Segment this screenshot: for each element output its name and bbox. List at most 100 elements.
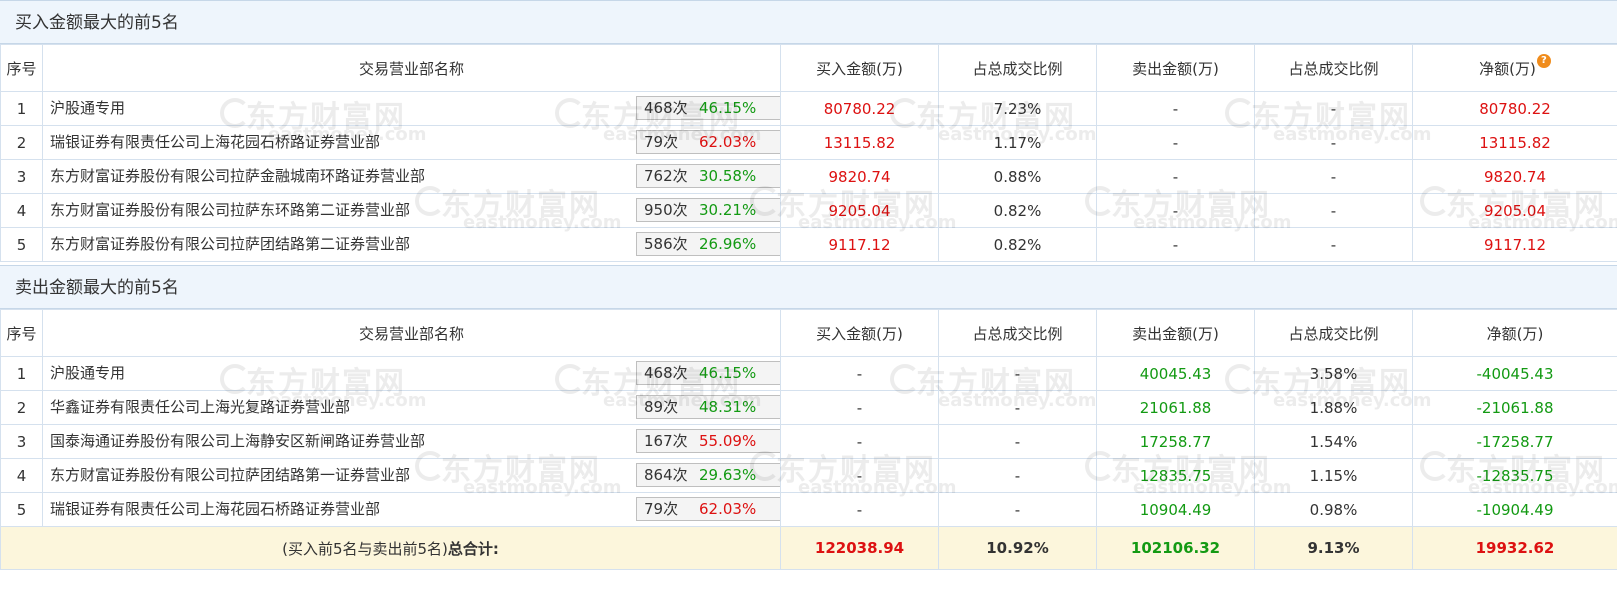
broker-stat-box[interactable]: 468次 46.15%?: [636, 361, 781, 385]
sell-pct: -: [1254, 125, 1413, 160]
broker-stat-box[interactable]: 79次 62.03%: [636, 130, 780, 154]
broker-stat-box[interactable]: 950次 30.21%: [636, 198, 780, 222]
buy-pct: -: [938, 458, 1097, 493]
broker-cell: 瑞银证券有限责任公司上海花园石桥路证券营业部 79次 62.03%: [42, 125, 781, 160]
net-amount: -12835.75: [1412, 458, 1617, 493]
help-icon[interactable]: ?: [780, 101, 781, 116]
help-icon[interactable]: ?: [780, 366, 781, 381]
rise-rate: 62.03%: [699, 133, 757, 151]
rise-rate: 26.96%: [699, 235, 757, 253]
buy-amount: -: [780, 492, 939, 527]
buy-pct: -: [938, 356, 1097, 391]
sell-amount: 10904.49: [1096, 492, 1255, 527]
broker-cell: 华鑫证券有限责任公司上海光复路证券营业部 89次 48.31%: [42, 390, 781, 425]
buy-amount: 9205.04: [780, 193, 939, 228]
col-index: 序号: [0, 309, 43, 357]
row-index: 4: [0, 458, 43, 493]
table-row: 5 瑞银证券有限责任公司上海花园石桥路证券营业部 79次 62.03% - -10904.…: [0, 492, 1617, 527]
table-row: 3 国泰海通证券股份有限公司上海静安区新闸路证券营业部 167次 55.09% - -17…: [0, 424, 1617, 459]
net-amount: 9205.04: [1412, 193, 1617, 228]
sell-header-row: 序号 交易营业部名称 买入金额(万) 占总成交比例 卖出金额(万) 占总成交比例…: [0, 309, 1617, 357]
buy-amount: 13115.82: [780, 125, 939, 160]
broker-cell: 国泰海通证券股份有限公司上海静安区新闸路证券营业部 167次 55.09%: [42, 424, 781, 459]
sell-pct: -: [1254, 193, 1413, 228]
broker-name-link[interactable]: 东方财富证券股份有限公司拉萨团结路第二证券营业部: [50, 229, 410, 261]
table-row: 2 华鑫证券有限责任公司上海光复路证券营业部 89次 48.31% - -21061.88…: [0, 390, 1617, 425]
row-index: 2: [0, 390, 43, 425]
table-row: 4 东方财富证券股份有限公司拉萨东环路第二证券营业部 950次 30.21% 9205.…: [0, 193, 1617, 228]
col-sell-amount: 卖出金额(万): [1096, 44, 1255, 92]
total-row: (买入前5名与卖出前5名)总合计: 122038.94 10.92% 10210…: [0, 526, 1617, 570]
broker-name-link[interactable]: 东方财富证券股份有限公司拉萨金融城南环路证券营业部: [50, 161, 425, 193]
table-row: 2 瑞银证券有限责任公司上海花园石桥路证券营业部 79次 62.03% 13115.82…: [0, 125, 1617, 160]
col-buy-amount: 买入金额(万): [780, 44, 939, 92]
buy-amount: 9117.12: [780, 227, 939, 262]
rise-rate: 46.15%: [699, 99, 757, 117]
net-amount: 13115.82: [1412, 125, 1617, 160]
sell-amount: -: [1096, 159, 1255, 194]
broker-name-link[interactable]: 瑞银证券有限责任公司上海花园石桥路证券营业部: [50, 127, 380, 159]
broker-cell: 东方财富证券股份有限公司拉萨金融城南环路证券营业部 762次 30.58%: [42, 159, 781, 194]
net-amount: -17258.77: [1412, 424, 1617, 459]
sell-amount: 40045.43: [1096, 356, 1255, 391]
broker-name-link[interactable]: 东方财富证券股份有限公司拉萨团结路第一证券营业部: [50, 460, 410, 492]
row-index: 1: [0, 91, 43, 126]
broker-cell: 沪股通专用 468次 46.15%?: [42, 356, 781, 391]
rise-rate: 62.03%: [699, 500, 757, 518]
row-index: 3: [0, 424, 43, 459]
table-row: 3 东方财富证券股份有限公司拉萨金融城南环路证券营业部 762次 30.58% 9820…: [0, 159, 1617, 194]
broker-name-link[interactable]: 东方财富证券股份有限公司拉萨东环路第二证券营业部: [50, 195, 410, 227]
total-label: (买入前5名与卖出前5名)总合计:: [0, 526, 781, 570]
buy-amount: 80780.22: [780, 91, 939, 126]
total-net-amount: 19932.62: [1412, 526, 1617, 570]
table-row: 1沪股通专用468次46.15%?80780.227.23%--80780.22: [0, 91, 1617, 126]
broker-stat-box[interactable]: 79次 62.03%: [636, 497, 780, 521]
buy-amount: -: [780, 356, 939, 391]
broker-cell: 东方财富证券股份有限公司拉萨团结路第一证券营业部 864次 29.63%: [42, 458, 781, 493]
list-times: 89次: [644, 398, 679, 416]
sell-amount: -: [1096, 125, 1255, 160]
list-times: 468次: [644, 99, 688, 117]
sell-amount: 21061.88: [1096, 390, 1255, 425]
buy-amount: -: [780, 458, 939, 493]
sell-table: 序号 交易营业部名称 买入金额(万) 占总成交比例 卖出金额(万) 占总成交比例…: [0, 309, 1617, 570]
table-row: 1沪股通专用468次46.15%?--40045.433.58%-40045.4…: [0, 356, 1617, 391]
net-amount: -21061.88: [1412, 390, 1617, 425]
net-amount: 80780.22: [1412, 91, 1617, 126]
broker-stat-box[interactable]: 864次 29.63%: [636, 463, 780, 487]
broker-stat-box[interactable]: 167次 55.09%: [636, 429, 780, 453]
col-sell-amount: 卖出金额(万): [1096, 309, 1255, 357]
table-row: 4 东方财富证券股份有限公司拉萨团结路第一证券营业部 864次 29.63% - -128…: [0, 458, 1617, 493]
sell-section: 卖出金额最大的前5名 序号 交易营业部名称 买入金额(万) 占总成交比例 卖出金…: [0, 265, 1617, 570]
buy-table: 序号 交易营业部名称 买入金额(万) 占总成交比例 卖出金额(万) 占总成交比例…: [0, 44, 1617, 262]
total-sell-pct: 9.13%: [1254, 526, 1413, 570]
sell-pct: 1.54%: [1254, 424, 1413, 459]
list-times: 950次: [644, 201, 688, 219]
row-index: 2: [0, 125, 43, 160]
broker-name-link[interactable]: 华鑫证券有限责任公司上海光复路证券营业部: [50, 392, 350, 424]
list-times: 586次: [644, 235, 688, 253]
row-index: 5: [0, 227, 43, 262]
broker-stat-box[interactable]: 762次 30.58%: [636, 164, 780, 188]
broker-stat-box[interactable]: 89次 48.31%: [636, 395, 780, 419]
broker-name-link[interactable]: 瑞银证券有限责任公司上海花园石桥路证券营业部: [50, 494, 380, 526]
broker-name-link[interactable]: 沪股通专用: [50, 358, 125, 390]
buy-amount: 9820.74: [780, 159, 939, 194]
broker-stat-box[interactable]: 586次 26.96%: [636, 232, 780, 256]
col-net-amount: 净额(万): [1412, 309, 1617, 357]
broker-name-link[interactable]: 沪股通专用: [50, 93, 125, 125]
rise-rate: 29.63%: [699, 466, 757, 484]
net-help-icon[interactable]: ?: [1536, 53, 1551, 68]
col-buy-pct: 占总成交比例: [938, 44, 1097, 92]
broker-stat-box[interactable]: 468次 46.15%?: [636, 96, 781, 120]
broker-cell: 沪股通专用 468次 46.15%?: [42, 91, 781, 126]
buy-pct: -: [938, 492, 1097, 527]
buy-amount: -: [780, 424, 939, 459]
buy-pct: -: [938, 424, 1097, 459]
buy-pct: 1.17%: [938, 125, 1097, 160]
sell-pct: -: [1254, 159, 1413, 194]
col-buy-pct: 占总成交比例: [938, 309, 1097, 357]
buy-section: 买入金额最大的前5名 序号 交易营业部名称 买入金额(万) 占总成交比例 卖出金…: [0, 0, 1617, 262]
sell-amount: 17258.77: [1096, 424, 1255, 459]
broker-name-link[interactable]: 国泰海通证券股份有限公司上海静安区新闸路证券营业部: [50, 426, 425, 458]
